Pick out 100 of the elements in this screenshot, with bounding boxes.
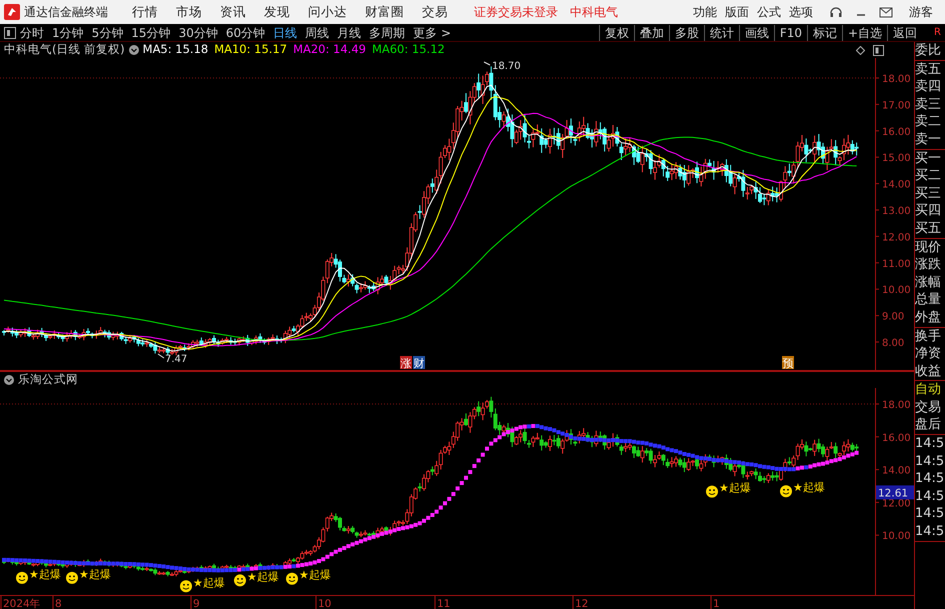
app-name: 通达信金融终端	[24, 4, 108, 21]
axis-label: 15.00	[882, 153, 911, 164]
quote-label: 买四	[915, 202, 942, 220]
period-tab[interactable]: 分时	[20, 24, 44, 42]
menu-item[interactable]: 版面	[725, 3, 749, 21]
axis-label: 9.00	[882, 312, 904, 323]
toolbar-button[interactable]: 统计	[704, 24, 739, 40]
axis-label: 8	[55, 598, 62, 609]
menu-item[interactable]: 问小达	[308, 2, 347, 22]
quote-label: 买一	[915, 150, 942, 168]
menu-item[interactable]: 发现	[264, 2, 290, 22]
quote-label: 现价	[915, 238, 942, 256]
menu-item[interactable]: 公式	[757, 3, 781, 21]
high-price-label: 18.70	[492, 61, 521, 72]
axis-label: 11.00	[882, 258, 911, 270]
signal-label: ★起爆	[29, 568, 61, 581]
axis-label: 11	[437, 598, 450, 609]
axis-label: 13.00	[882, 206, 911, 217]
axis-label: 9	[193, 598, 200, 609]
stock-name: 中科电气	[570, 4, 618, 21]
quote-label: 卖三	[915, 96, 942, 114]
axis-label: 12.00	[882, 232, 911, 244]
event-marker[interactable]: 预	[782, 356, 794, 370]
quote-label: 14:5	[915, 452, 945, 470]
signal-label: ★起爆	[193, 576, 225, 590]
user-label[interactable]: 游客	[909, 3, 933, 21]
axis-label: 17.00	[882, 100, 911, 112]
signal-label: ★起爆	[299, 568, 331, 582]
current-value-badge: 12.61	[876, 485, 914, 500]
period-tab[interactable]: 1分钟	[52, 24, 84, 42]
quote-label: 卖二	[915, 113, 942, 131]
login-notice[interactable]: 证券交易未登录	[474, 3, 558, 21]
quote-label: 买五	[915, 220, 942, 238]
axis-label: 1	[713, 598, 720, 609]
period-tab[interactable]: 60分钟	[226, 24, 266, 42]
quote-label: 总量	[915, 291, 942, 309]
toolbar-button[interactable]: 叠加	[634, 24, 669, 40]
menu-item[interactable]: 资讯	[220, 2, 246, 22]
quote-label: 自动	[915, 381, 942, 399]
quote-label: 涨幅	[915, 274, 942, 292]
menu-item[interactable]: 功能	[693, 3, 717, 21]
signal-label: ★起爆	[719, 482, 751, 495]
quote-label: 14:5	[915, 523, 945, 541]
moving-average-value: MA10: 15.17	[214, 41, 288, 58]
moving-average-value: MA5: 15.18	[142, 41, 208, 58]
quote-label: 14:5	[915, 488, 945, 506]
toolbar-button[interactable]: 返回	[887, 24, 922, 40]
menu-item[interactable]: 交易	[422, 2, 448, 22]
axis-label: 16.00	[882, 126, 911, 138]
axis-label: 14.00	[882, 466, 911, 477]
period-tab[interactable]: 5分钟	[92, 24, 124, 42]
indicator-title: 乐淘公式网	[18, 371, 78, 388]
low-price-label: 7.47	[165, 354, 188, 365]
moving-average-value: MA20: 14.49	[293, 41, 366, 58]
quote-label: 14:5	[915, 470, 945, 488]
quote-label: 委比	[915, 42, 942, 60]
quote-label: 14:5	[915, 435, 945, 453]
event-marker[interactable]: 财	[413, 356, 425, 370]
axis-label: 10.00	[882, 531, 911, 542]
menu-item[interactable]: 财富圈	[365, 2, 404, 22]
axis-label: 12.00	[882, 498, 911, 510]
signal-label: ★起爆	[793, 481, 825, 494]
toolbar-button[interactable]: +自选	[842, 24, 888, 40]
axis-label: 2024年	[3, 598, 41, 609]
event-marker[interactable]: 涨	[400, 356, 412, 370]
menu-item[interactable]: 行情	[132, 2, 158, 22]
period-tab[interactable]: 30分钟	[178, 24, 218, 42]
quote-label: 买二	[915, 167, 942, 185]
chart-title: 中科电气(日线 前复权)	[4, 41, 125, 58]
toolbar-button[interactable]: F10	[774, 24, 807, 40]
quote-label: 卖五	[915, 60, 942, 78]
period-tab[interactable]: 更多 >	[413, 24, 451, 42]
quote-label: 交易	[915, 398, 942, 416]
moving-average-value: MA60: 15.12	[372, 41, 445, 58]
toolbar-button[interactable]: 标记	[806, 24, 842, 40]
menu-item[interactable]: 市场	[176, 2, 202, 22]
quote-label: 收益	[915, 362, 942, 380]
quote-label: 涨跌	[915, 256, 942, 274]
toolbar-button[interactable]: 复权	[598, 24, 634, 40]
menu-item[interactable]: 选项	[789, 3, 813, 21]
axis-label: 10	[318, 598, 332, 609]
corner-label: R	[934, 26, 941, 40]
period-tab[interactable]: 月线	[337, 24, 362, 42]
period-tab[interactable]: 周线	[305, 24, 330, 42]
axis-label: 18.00	[882, 400, 911, 411]
axis-label: 14.00	[882, 180, 911, 191]
axis-label: 16.00	[882, 432, 911, 444]
period-tab[interactable]: 多周期	[369, 24, 406, 42]
quote-label: 净资	[915, 345, 942, 363]
signal-label: ★起爆	[79, 568, 111, 581]
toolbar-button[interactable]: 画线	[738, 24, 774, 40]
toolbar-button[interactable]: 多股	[668, 24, 704, 40]
quote-label: 换手	[915, 328, 942, 346]
quote-label: 买三	[915, 184, 942, 202]
axis-label: 18.00	[882, 74, 911, 85]
axis-label: 10.00	[882, 285, 911, 296]
period-tab[interactable]: 日线	[273, 24, 298, 42]
period-tab[interactable]: 15分钟	[131, 24, 171, 42]
quote-label: 盘后	[915, 416, 942, 434]
signal-label: ★起爆	[247, 570, 279, 584]
